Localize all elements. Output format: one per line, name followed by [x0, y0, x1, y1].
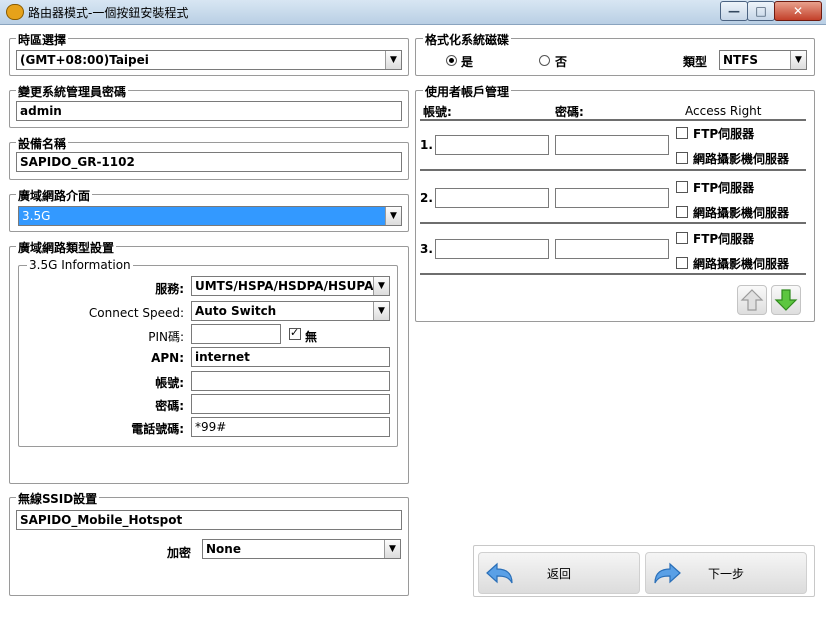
service-select[interactable]: UMTS/HSPA/HSDPA/HSUPA ▼ [191, 276, 390, 296]
encrypt-label: 加密 [167, 546, 192, 560]
minimize-icon: — [728, 4, 740, 18]
ftp-checkbox[interactable] [676, 127, 688, 139]
camera-label: 網路攝影機伺服器 [693, 152, 790, 166]
password-input[interactable] [191, 394, 390, 414]
close-button[interactable]: ✕ [774, 1, 822, 21]
col-access-header: Access Right [685, 104, 762, 118]
maximize-icon: □ [755, 4, 767, 18]
timezone-select[interactable]: (GMT+08:00)Taipei ▼ [16, 50, 402, 70]
format-type-label: 類型 [683, 55, 708, 69]
account-input[interactable] [435, 239, 549, 259]
back-button[interactable]: 返回 [478, 552, 640, 594]
encrypt-value: None [206, 542, 241, 556]
ftp-label: FTP伺服器 [693, 127, 755, 141]
apn-input[interactable]: internet [191, 347, 390, 367]
scroll-down-button[interactable] [771, 285, 801, 315]
row-number: 1. [420, 138, 433, 152]
encrypt-select[interactable]: None ▼ [202, 539, 401, 559]
next-arrow-icon [654, 562, 681, 584]
admin-password-title: 變更系統管理員密碼 [16, 83, 129, 100]
col-password-header: 密碼: [555, 105, 584, 119]
apn-label: APN: [151, 351, 184, 365]
timezone-title: 時區選擇 [16, 31, 69, 48]
chevron-down-icon: ▼ [385, 51, 401, 69]
format-type-value: NTFS [723, 53, 759, 67]
format-no-radio[interactable] [539, 55, 550, 66]
password-input[interactable] [555, 135, 669, 155]
phone-label: 電話號碼: [131, 422, 184, 436]
format-no-label: 否 [555, 55, 568, 69]
camera-label: 網路攝影機伺服器 [693, 206, 790, 220]
next-label: 下一步 [708, 567, 745, 581]
row-number: 3. [420, 242, 433, 256]
minimize-button[interactable]: — [720, 1, 748, 21]
password-input[interactable] [555, 188, 669, 208]
arrow-down-icon [774, 289, 798, 311]
camera-checkbox[interactable] [676, 152, 688, 164]
admin-password-input[interactable]: admin [16, 101, 402, 121]
chevron-down-icon: ▼ [373, 277, 389, 295]
format-yes-radio[interactable] [446, 55, 457, 66]
pin-none-label: 無 [305, 330, 318, 344]
wan-interface-value: 3.5G [22, 209, 51, 223]
pin-label: PIN碼: [148, 330, 184, 344]
next-button[interactable]: 下一步 [645, 552, 807, 594]
scroll-up-button[interactable] [737, 285, 767, 315]
service-value: UMTS/HSPA/HSDPA/HSUPA [195, 279, 374, 293]
format-type-select[interactable]: NTFS ▼ [719, 50, 807, 70]
account-input[interactable] [191, 371, 390, 391]
password-label: 密碼: [155, 399, 184, 413]
row-divider [420, 222, 806, 224]
chevron-down-icon: ▼ [385, 207, 401, 225]
wan-interface-title: 廣域網路介面 [16, 187, 93, 204]
chevron-down-icon: ▼ [373, 302, 389, 320]
row-divider [420, 169, 806, 171]
wan-type-title: 廣域網路類型設置 [16, 239, 117, 256]
password-input[interactable] [555, 239, 669, 259]
ssid-input[interactable]: SAPIDO_Mobile_Hotspot [16, 510, 402, 530]
back-label: 返回 [547, 567, 572, 581]
pin-input[interactable] [191, 324, 281, 344]
row-divider [420, 273, 806, 275]
device-name-title: 設備名稱 [16, 135, 69, 152]
accounts-title: 使用者帳戶管理 [423, 83, 512, 100]
camera-checkbox[interactable] [676, 257, 688, 269]
format-title: 格式化系統磁碟 [423, 31, 512, 48]
ftp-label: FTP伺服器 [693, 232, 755, 246]
header-divider [420, 119, 806, 121]
timezone-value: (GMT+08:00)Taipei [20, 53, 149, 67]
maximize-button[interactable]: □ [747, 1, 775, 21]
chevron-down-icon: ▼ [384, 540, 400, 558]
col-account-header: 帳號: [423, 105, 452, 119]
account-input[interactable] [435, 188, 549, 208]
ftp-label: FTP伺服器 [693, 181, 755, 195]
check-icon: ✓ [290, 326, 300, 339]
wan-interface-select[interactable]: 3.5G ▼ [18, 206, 402, 226]
chevron-down-icon: ▼ [790, 51, 806, 69]
connect-speed-label: Connect Speed: [88, 306, 184, 320]
back-arrow-icon [486, 562, 513, 584]
window-title: 路由器模式-一個按鈕安裝程式 [28, 6, 189, 20]
camera-label: 網路攝影機伺服器 [693, 257, 790, 271]
title-bar: 路由器模式-一個按鈕安裝程式 — □ ✕ [0, 0, 826, 25]
phone-input[interactable]: *99# [191, 417, 390, 437]
device-name-input[interactable]: SAPIDO_GR-1102 [16, 152, 402, 172]
format-yes-label: 是 [461, 55, 474, 69]
connect-speed-value: Auto Switch [195, 304, 277, 318]
arrow-up-icon [740, 289, 764, 311]
row-number: 2. [420, 191, 433, 205]
connect-speed-select[interactable]: Auto Switch ▼ [191, 301, 390, 321]
info-group-title: 3.5G Information [27, 258, 133, 272]
account-input[interactable] [435, 135, 549, 155]
ftp-checkbox[interactable] [676, 181, 688, 193]
account-label: 帳號: [155, 376, 184, 390]
pin-none-checkbox[interactable]: ✓ [289, 326, 301, 340]
installer-window: 路由器模式-一個按鈕安裝程式 — □ ✕ 時區選擇 (GMT+08:00)Tai… [0, 0, 826, 617]
camera-checkbox[interactable] [676, 206, 688, 218]
wireless-title: 無線SSID設置 [16, 490, 100, 507]
service-label: 服務: [155, 282, 184, 296]
close-icon: ✕ [792, 4, 804, 18]
ftp-checkbox[interactable] [676, 232, 688, 244]
app-icon [6, 4, 24, 20]
